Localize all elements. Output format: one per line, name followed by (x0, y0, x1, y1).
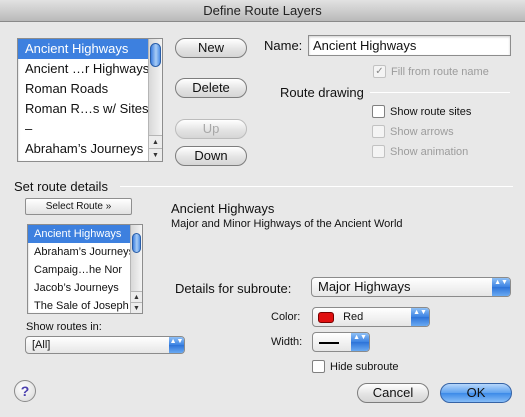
routes-list-rows: Ancient Highways Abraham’s Journeys Campai… (28, 225, 142, 313)
layers-list-scroll-thumb[interactable] (150, 43, 161, 67)
ok-button[interactable]: OK (440, 383, 512, 403)
scroll-up-arrow-icon[interactable]: ▲ (149, 135, 162, 148)
route-item[interactable]: Abraham’s Journeys (28, 243, 142, 261)
show-routes-in-label: Show routes in: (26, 321, 102, 333)
hide-subroute-checkbox[interactable]: Hide subroute (312, 359, 399, 374)
subroute-popup[interactable]: Major Highways ▲▼ (311, 277, 511, 297)
set-route-details-heading: Set route details (14, 179, 108, 194)
check-icon: ✓ (373, 65, 386, 78)
route-drawing-heading: Route drawing (280, 85, 364, 100)
name-label: Name: (264, 38, 303, 53)
route-item[interactable]: The Sale of Joseph (28, 297, 142, 313)
route-drawing-separator (370, 92, 510, 93)
cancel-button[interactable]: Cancel (357, 383, 429, 403)
layer-item[interactable]: Ancient …r Highways (18, 59, 162, 79)
routes-list-scrollbar[interactable]: ▲ ▼ (130, 225, 142, 313)
route-item[interactable]: Campaig…he Nor (28, 261, 142, 279)
layer-item[interactable]: – (18, 119, 162, 139)
show-arrows-box (372, 125, 385, 138)
routes-list[interactable]: Ancient Highways Abraham’s Journeys Campai… (27, 224, 143, 314)
delete-button[interactable]: Delete (175, 78, 247, 98)
show-route-sites-checkbox[interactable]: Show route sites (372, 104, 471, 119)
subroute-value: Major Highways (318, 279, 411, 294)
route-item[interactable]: Ancient Highways (28, 225, 142, 243)
show-routes-in-popup[interactable]: [All] ▲▼ (25, 336, 185, 354)
show-arrows-checkbox[interactable]: Show arrows (372, 124, 454, 139)
color-popup[interactable]: Red ▲▼ (312, 307, 430, 327)
layer-item[interactable]: Abraham’s Journeys (18, 139, 162, 159)
route-description: Major and Minor Highways of the Ancient … (171, 218, 403, 230)
show-animation-box (372, 145, 385, 158)
color-value: Red (343, 311, 364, 323)
show-route-sites-label: Show route sites (390, 105, 472, 118)
layers-list[interactable]: Ancient Highways Ancient …r Highways Roman… (17, 38, 163, 162)
show-animation-label: Show animation (390, 145, 469, 158)
window-title: Define Route Layers (0, 0, 525, 22)
show-routes-in-value: [All] (32, 339, 51, 351)
hide-subroute-label: Hide subroute (330, 360, 399, 373)
popup-arrows-icon: ▲▼ (411, 308, 429, 326)
show-arrows-label: Show arrows (390, 125, 454, 138)
scroll-down-arrow-icon[interactable]: ▼ (131, 302, 142, 313)
fill-from-route-name-checkbox[interactable]: ✓ Fill from route name (373, 64, 489, 79)
width-popup[interactable]: ▲▼ (312, 332, 370, 352)
popup-arrows-icon: ▲▼ (492, 278, 510, 296)
subroute-label: Details for subroute: (175, 281, 292, 296)
color-swatch (318, 311, 334, 323)
popup-arrows-icon: ▲▼ (351, 333, 369, 351)
route-title: Ancient Highways (171, 201, 275, 216)
layer-item[interactable]: Roman Roads (18, 79, 162, 99)
popup-arrows-icon: ▲▼ (169, 337, 184, 353)
layer-item[interactable]: Roman R…s w/ Sites (18, 99, 162, 119)
color-label: Color: (271, 311, 301, 323)
down-button[interactable]: Down (175, 146, 247, 166)
routes-list-scroll-thumb[interactable] (132, 233, 141, 253)
select-route-button[interactable]: Select Route » (25, 198, 132, 215)
name-field[interactable]: Ancient Highways (308, 35, 511, 56)
show-animation-checkbox[interactable]: Show animation (372, 144, 468, 159)
help-button[interactable]: ? (14, 380, 36, 402)
line-width-icon (319, 341, 339, 344)
show-route-sites-box (372, 105, 385, 118)
new-button[interactable]: New (175, 38, 247, 58)
hide-subroute-box (312, 360, 325, 373)
fill-from-route-name-label: Fill from route name (391, 65, 489, 78)
width-label: Width: (271, 336, 303, 348)
layer-item[interactable]: Ancient Highways (18, 39, 162, 59)
layers-list-rows: Ancient Highways Ancient …r Highways Roman… (18, 39, 162, 159)
route-item[interactable]: Jacob’s Journeys (28, 279, 142, 297)
up-button[interactable]: Up (175, 119, 247, 139)
layers-list-scrollbar[interactable]: ▲ ▼ (148, 39, 162, 161)
scroll-down-arrow-icon[interactable]: ▼ (149, 148, 162, 161)
scroll-up-arrow-icon[interactable]: ▲ (131, 291, 142, 302)
route-details-separator (120, 186, 513, 187)
